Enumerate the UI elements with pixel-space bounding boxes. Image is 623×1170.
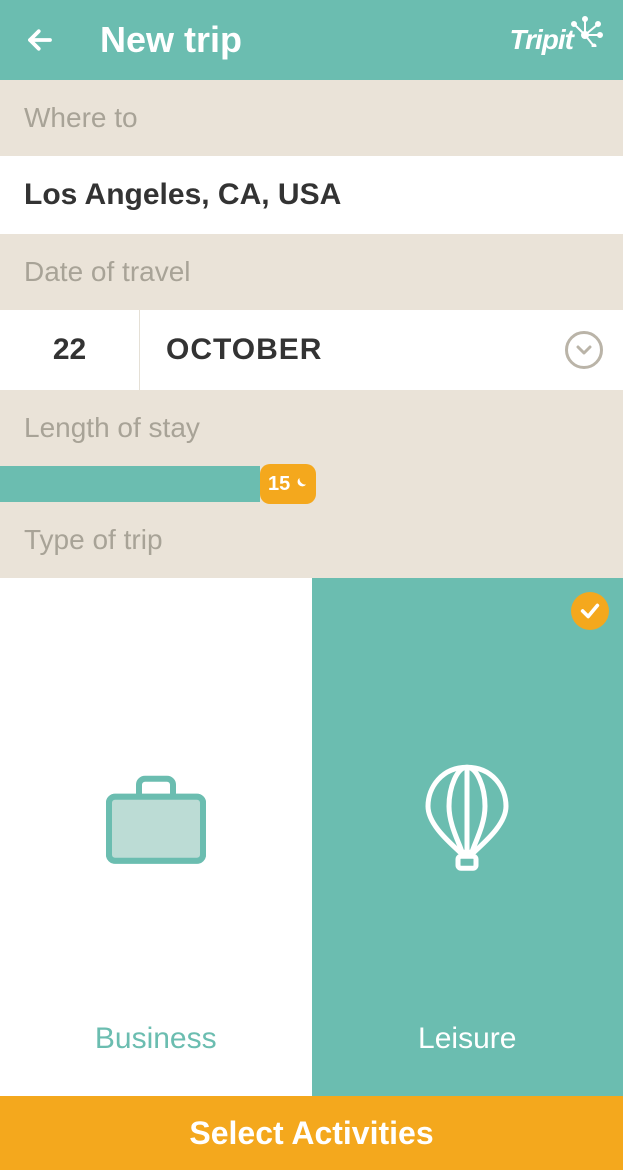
arrow-left-icon — [25, 25, 55, 55]
brand-spark-icon — [571, 15, 603, 47]
slider-value: 15 — [268, 473, 290, 496]
moon-icon — [292, 476, 308, 492]
date-day-value[interactable]: 22 — [0, 310, 140, 390]
length-of-stay-slider[interactable]: 15 — [0, 466, 623, 502]
trip-type-selector: Business Leisure — [0, 578, 623, 1096]
date-dropdown-toggle[interactable] — [563, 310, 623, 390]
app-root: New trip Tripit Where to Los Angeles, CA… — [0, 0, 623, 1170]
date-picker-row[interactable]: 22 OCTOBER — [0, 310, 623, 390]
back-button[interactable] — [20, 20, 60, 60]
check-icon — [579, 600, 601, 622]
hot-air-balloon-icon — [422, 762, 512, 872]
slider-thumb[interactable]: 15 — [260, 464, 316, 504]
briefcase-icon — [101, 769, 211, 869]
date-of-travel-label: Date of travel — [0, 234, 623, 310]
slider-track-fill — [0, 466, 260, 502]
brand-logo: Tripit — [510, 24, 603, 56]
type-of-trip-label: Type of trip — [0, 502, 623, 578]
trip-type-leisure-label: Leisure — [418, 1022, 516, 1056]
chevron-down-icon — [565, 331, 603, 369]
destination-input[interactable]: Los Angeles, CA, USA — [0, 156, 623, 234]
selected-check-badge — [571, 592, 609, 630]
trip-type-business[interactable]: Business — [0, 578, 312, 1096]
page-title: New trip — [100, 19, 242, 61]
where-to-label: Where to — [0, 80, 623, 156]
length-of-stay-label: Length of stay — [0, 390, 623, 466]
brand-logo-text: Tripit — [510, 24, 573, 56]
select-activities-button[interactable]: Select Activities — [0, 1096, 623, 1170]
trip-type-leisure[interactable]: Leisure — [312, 578, 623, 1096]
header-bar: New trip Tripit — [0, 0, 623, 80]
trip-type-business-label: Business — [95, 1022, 217, 1056]
date-month-value[interactable]: OCTOBER — [140, 310, 563, 390]
